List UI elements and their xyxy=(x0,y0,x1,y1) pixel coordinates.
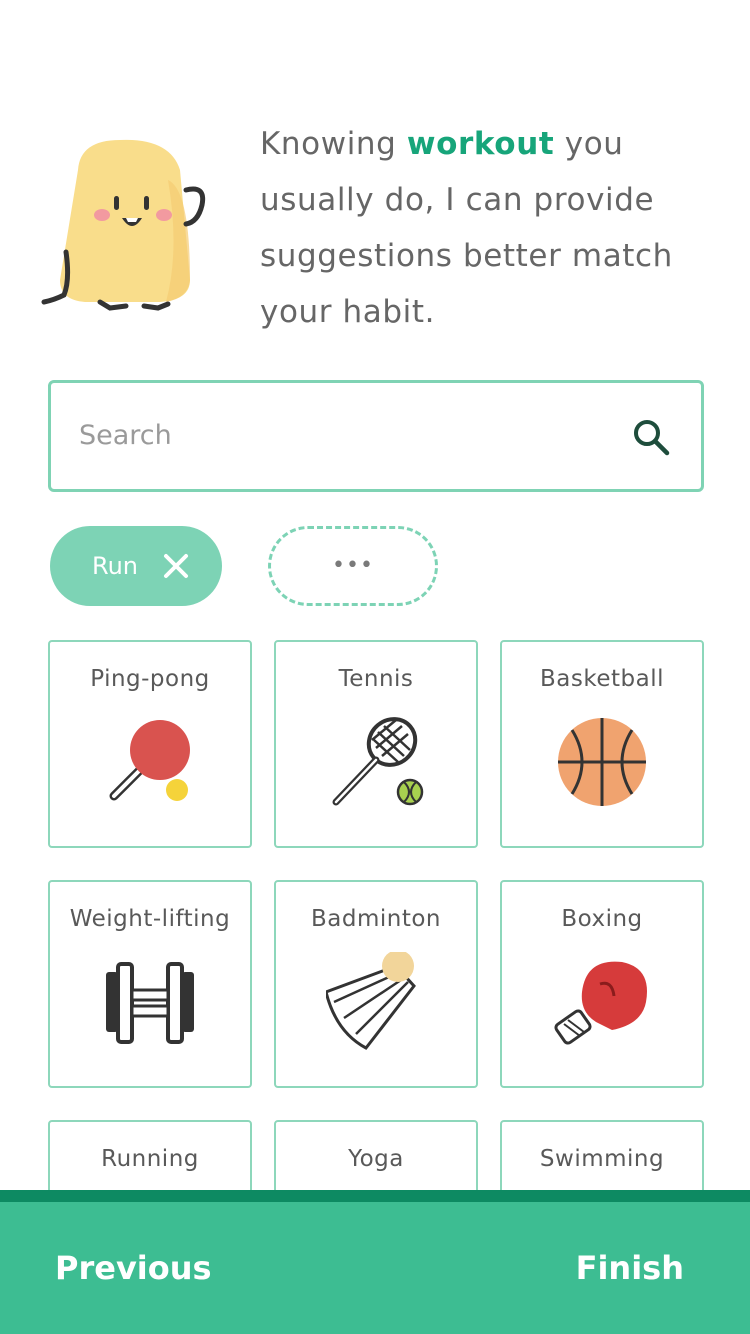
shuttlecock-icon xyxy=(326,952,416,1050)
selected-chip-run[interactable]: Run xyxy=(50,526,222,606)
ping-pong-paddle-icon xyxy=(109,720,190,801)
more-chip[interactable]: ••• xyxy=(268,526,438,606)
intro-highlight: workout xyxy=(406,126,555,162)
card-label: Yoga xyxy=(348,1146,404,1172)
close-icon[interactable] xyxy=(162,552,190,580)
chip-label: Run xyxy=(92,552,139,580)
workout-card-ping-pong[interactable]: Ping-pong xyxy=(48,640,252,848)
footer-bar: Previous Finish xyxy=(0,1190,750,1334)
card-label: Running xyxy=(101,1146,199,1172)
previous-button[interactable]: Previous xyxy=(55,1202,212,1334)
workout-card-badminton[interactable]: Badminton xyxy=(274,880,478,1088)
mascot-illustration xyxy=(41,139,206,311)
intro-text: Knowing workout you usually do, I can pr… xyxy=(260,116,710,340)
finish-button[interactable]: Finish xyxy=(576,1202,684,1334)
workout-card-basketball[interactable]: Basketball xyxy=(500,640,704,848)
basketball-icon xyxy=(558,718,646,806)
card-label: Weight-lifting xyxy=(69,906,231,932)
workout-card-boxing[interactable]: Boxing xyxy=(500,880,704,1088)
dumbbell-icon xyxy=(106,962,194,1044)
workout-card-tennis[interactable]: Tennis xyxy=(274,640,478,848)
workout-card-weight-lifting[interactable]: Weight-lifting xyxy=(48,880,252,1088)
card-label: Swimming xyxy=(539,1146,665,1172)
tennis-racket-icon xyxy=(332,717,424,806)
boxing-glove-icon xyxy=(554,961,647,1045)
card-label: Basketball xyxy=(540,666,664,692)
search-input[interactable]: Search xyxy=(79,383,172,489)
intro-text-before: Knowing xyxy=(260,126,407,162)
search-field[interactable]: Search xyxy=(48,380,704,492)
card-label: Tennis xyxy=(338,666,414,692)
card-label: Badminton xyxy=(310,906,441,932)
search-icon[interactable] xyxy=(631,417,671,457)
card-label: Ping-pong xyxy=(90,666,210,692)
card-label: Boxing xyxy=(561,906,643,932)
